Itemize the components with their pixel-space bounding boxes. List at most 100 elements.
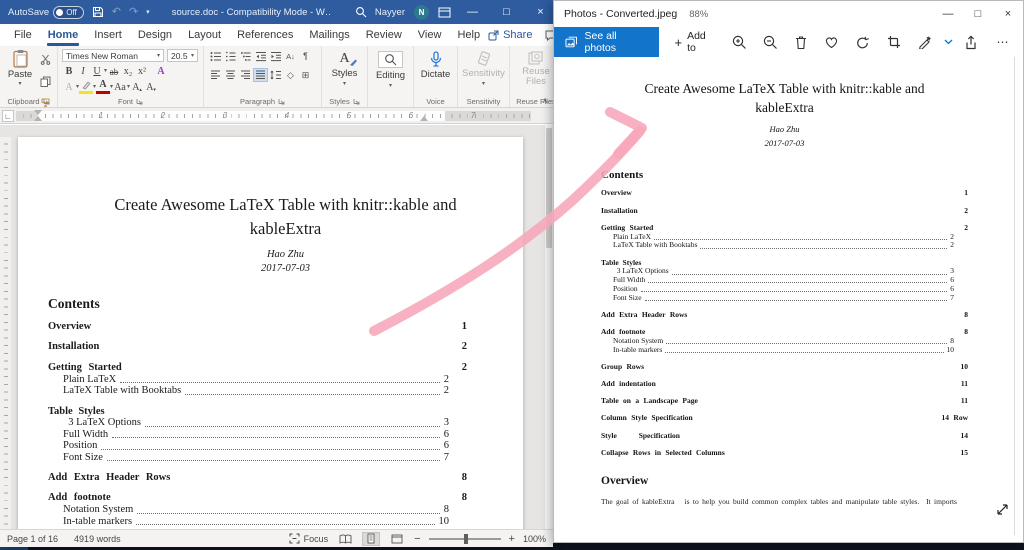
more-options-icon[interactable]: ⋯ xyxy=(987,27,1019,57)
sensitivity-button[interactable]: Sensitivity ▾ xyxy=(458,49,509,94)
superscript-button[interactable]: x² xyxy=(135,64,149,78)
align-left-icon[interactable] xyxy=(208,68,223,82)
ribbon-tab[interactable]: Mailings xyxy=(301,25,357,46)
subscript-button[interactable]: x₂ xyxy=(121,64,135,78)
shrink-font-button[interactable]: A▾ xyxy=(144,80,158,94)
zoom-level[interactable]: 100% xyxy=(523,534,546,544)
sort-icon[interactable]: A↓ xyxy=(283,49,298,63)
ribbon-tab[interactable]: View xyxy=(410,25,450,46)
save-icon[interactable] xyxy=(92,6,104,18)
web-layout-button[interactable] xyxy=(388,532,406,546)
highlight-button[interactable] xyxy=(79,80,93,94)
user-name[interactable]: Nayyer xyxy=(375,7,405,18)
underline-button[interactable]: U xyxy=(90,64,104,78)
word-scrollbar[interactable] xyxy=(544,125,553,529)
editing-button[interactable]: Editing ▾ xyxy=(372,49,409,94)
edit-create-icon[interactable] xyxy=(909,27,941,57)
ribbon-tab[interactable]: References xyxy=(229,25,301,46)
styles-dialog-launcher-icon[interactable] xyxy=(353,98,360,105)
share-icon[interactable] xyxy=(955,27,987,57)
ribbon-tab[interactable]: File xyxy=(6,25,40,46)
clipboard-dialog-launcher-icon[interactable] xyxy=(43,98,50,105)
focus-mode-button[interactable]: Focus xyxy=(289,533,329,544)
minimize-button[interactable]: — xyxy=(460,0,485,24)
font-name-select[interactable]: Times New Roman▾ xyxy=(62,49,164,62)
maximize-button[interactable]: □ xyxy=(494,0,519,24)
rotate-icon[interactable] xyxy=(847,27,878,57)
styles-button[interactable]: A Styles ▾ xyxy=(328,49,362,94)
edit-caret-icon[interactable] xyxy=(941,27,955,57)
word-scrollbar-thumb[interactable] xyxy=(546,128,552,248)
zoom-out-icon[interactable] xyxy=(755,27,786,57)
undo-icon[interactable]: ↶ xyxy=(112,7,121,18)
borders-icon[interactable]: ⊞ xyxy=(298,68,313,82)
ribbon-tab[interactable]: Insert xyxy=(86,25,130,46)
photos-maximize-button[interactable]: □ xyxy=(963,1,993,27)
page-indicator[interactable]: Page 1 of 16 xyxy=(7,534,58,544)
photos-viewer[interactable]: Create Awesome LaTeX Table with knitr::k… xyxy=(555,57,1022,535)
font-dialog-launcher-icon[interactable] xyxy=(136,98,143,105)
strikethrough-button[interactable]: ab xyxy=(107,64,121,78)
ribbon-display-options-icon[interactable] xyxy=(438,7,451,18)
vertical-ruler[interactable] xyxy=(0,137,11,529)
ribbon-tab[interactable]: Review xyxy=(358,25,410,46)
tab-selector[interactable]: ∟ xyxy=(2,110,14,122)
cut-icon[interactable] xyxy=(40,52,51,70)
document-page[interactable]: Create Awesome LaTeX Table with knitr::k… xyxy=(18,137,523,529)
quick-access-caret-icon[interactable]: ▾ xyxy=(146,9,150,16)
delete-icon[interactable] xyxy=(786,27,817,57)
photos-close-button[interactable]: × xyxy=(993,1,1023,27)
show-marks-icon[interactable]: ¶ xyxy=(298,49,313,63)
print-layout-button[interactable] xyxy=(362,532,380,546)
align-right-icon[interactable] xyxy=(238,68,253,82)
decrease-indent-icon[interactable] xyxy=(253,49,268,63)
right-indent-marker[interactable] xyxy=(420,116,428,121)
text-effects-button[interactable]: A xyxy=(154,64,168,78)
zoom-out-button[interactable]: − xyxy=(414,533,420,545)
autosave-toggle[interactable]: AutoSave Off xyxy=(8,6,84,19)
ribbon-tab[interactable]: Help xyxy=(449,25,488,46)
zoom-in-button[interactable]: + xyxy=(509,533,515,545)
font-size-select[interactable]: 20.5▾ xyxy=(167,49,198,62)
font-color-button[interactable]: A xyxy=(96,80,110,94)
ribbon-tab[interactable]: Layout xyxy=(180,25,229,46)
bullets-icon[interactable] xyxy=(208,49,223,63)
reuse-files-button[interactable]: Reuse Files xyxy=(516,49,553,94)
see-all-photos-button[interactable]: See all photos xyxy=(554,27,659,57)
bold-button[interactable]: B xyxy=(62,64,76,78)
fullscreen-icon[interactable] xyxy=(995,502,1010,522)
numbering-icon[interactable] xyxy=(223,49,238,63)
increase-indent-icon[interactable] xyxy=(268,49,283,63)
photos-minimize-button[interactable]: — xyxy=(933,1,963,27)
italic-button[interactable]: I xyxy=(76,64,90,78)
multilevel-list-icon[interactable] xyxy=(238,49,253,63)
avatar[interactable]: N xyxy=(414,5,429,20)
change-case-button[interactable]: Aa xyxy=(113,80,127,94)
first-line-indent-marker[interactable] xyxy=(34,110,42,115)
justify-icon[interactable] xyxy=(253,68,268,82)
search-icon[interactable] xyxy=(355,6,367,18)
clear-formatting-button[interactable]: A xyxy=(62,80,76,94)
redo-icon[interactable]: ↷ xyxy=(129,7,138,18)
read-mode-button[interactable] xyxy=(336,532,354,546)
horizontal-ruler[interactable]: ∟ 1234567 xyxy=(0,108,553,124)
grow-font-button[interactable]: A▴ xyxy=(130,80,144,94)
add-to-button[interactable]: +Add to xyxy=(674,30,715,54)
close-button[interactable]: × xyxy=(528,0,553,24)
zoom-slider-thumb[interactable] xyxy=(464,534,468,544)
collapse-ribbon-icon[interactable]: ∧ xyxy=(542,96,548,105)
paragraph-dialog-launcher-icon[interactable] xyxy=(278,98,285,105)
hanging-indent-marker[interactable] xyxy=(34,116,42,121)
shading-icon[interactable]: ◇ xyxy=(283,68,298,82)
crop-icon[interactable] xyxy=(878,27,909,57)
ribbon-tab[interactable]: Design xyxy=(130,25,180,46)
favorite-icon[interactable] xyxy=(816,27,847,57)
align-center-icon[interactable] xyxy=(223,68,238,82)
line-spacing-icon[interactable] xyxy=(268,68,283,82)
word-count[interactable]: 4919 words xyxy=(74,534,121,544)
dictate-button[interactable]: Dictate xyxy=(417,49,455,94)
ribbon-tab[interactable]: Home xyxy=(40,25,87,46)
copy-icon[interactable] xyxy=(40,74,51,92)
zoom-slider[interactable] xyxy=(429,538,501,540)
zoom-in-icon[interactable] xyxy=(724,27,755,57)
